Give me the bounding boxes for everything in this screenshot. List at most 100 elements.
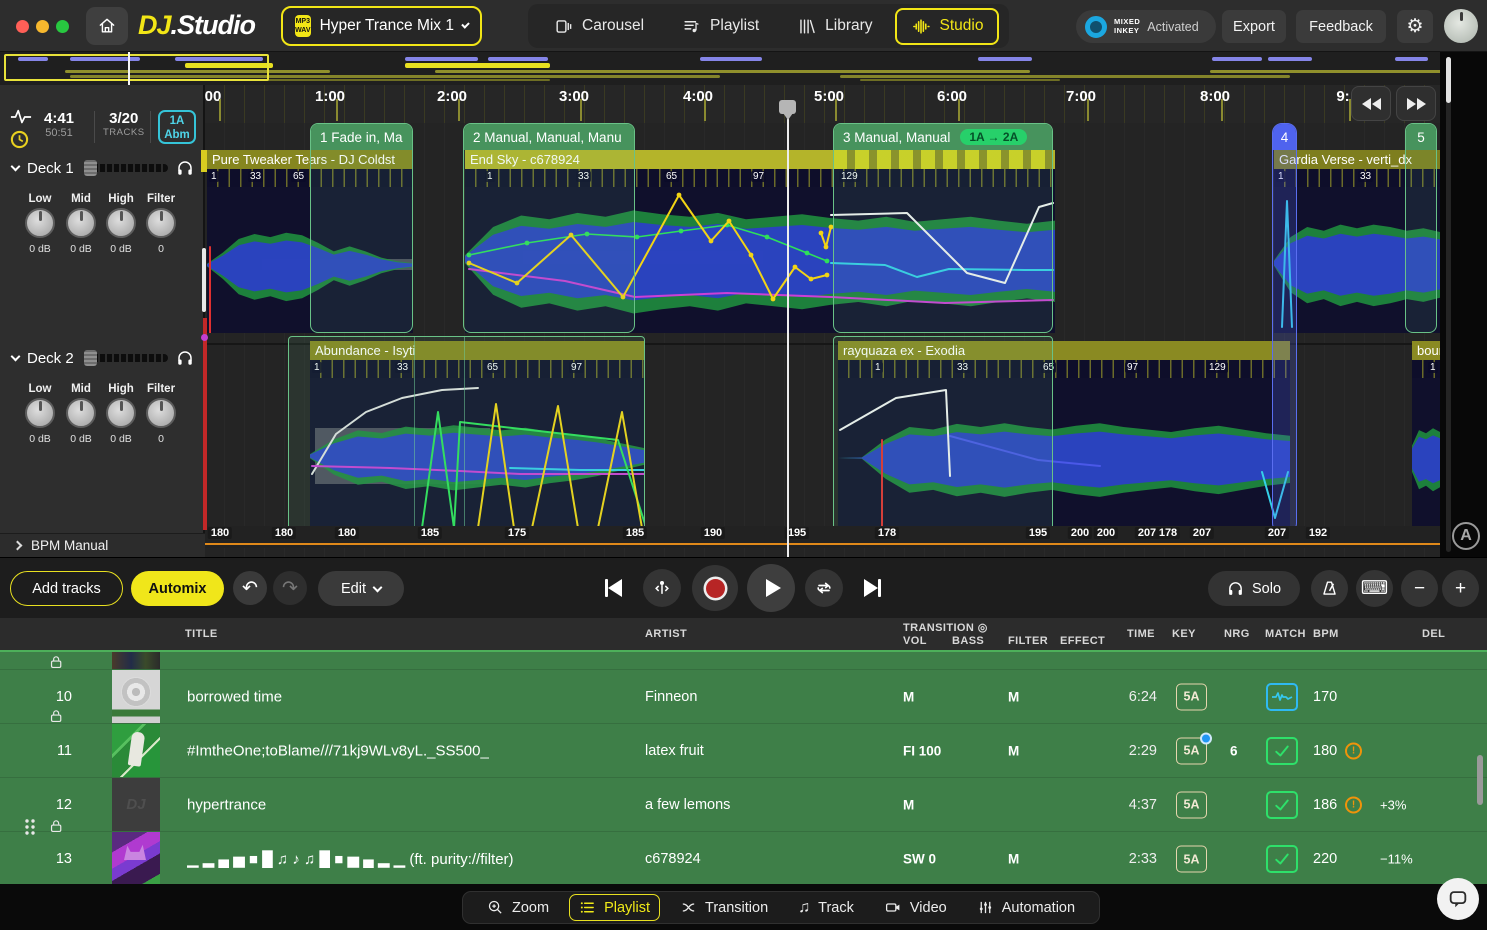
skip-to-start-button[interactable] xyxy=(598,573,628,603)
key-badge[interactable]: 5A xyxy=(1176,683,1207,710)
tab-zoom[interactable]: Zoom xyxy=(477,894,559,921)
eye-icon[interactable]: ◎ xyxy=(978,622,988,634)
lock-icon[interactable] xyxy=(48,654,65,671)
transition-1[interactable]: 1 Fade in, Ma xyxy=(310,123,413,333)
close-window-button[interactable] xyxy=(16,20,29,33)
key-badge[interactable]: 5A xyxy=(1176,846,1207,873)
chevron-down-icon[interactable] xyxy=(11,352,21,362)
undo-button[interactable]: ↶ xyxy=(233,571,267,605)
fast-forward-button[interactable] xyxy=(1396,86,1436,121)
settings-button[interactable]: ⚙ xyxy=(1397,10,1433,43)
playlist-row-10[interactable]: 10 borrowed time Finneon M M 6:24 5A 170 xyxy=(0,669,1487,723)
deck1-filter-knob[interactable] xyxy=(146,208,176,238)
deck-scrollbar[interactable] xyxy=(202,248,206,312)
play-button[interactable] xyxy=(747,564,795,612)
timeline-scrollbar-thumb[interactable] xyxy=(1446,57,1451,103)
bpm-manual-toggle[interactable]: BPM Manual xyxy=(0,533,205,557)
key-badge[interactable]: 5A xyxy=(1176,791,1207,818)
col-artist[interactable]: ARTIST xyxy=(645,628,687,640)
vol-value[interactable]: SW 0 xyxy=(903,852,936,867)
transition-4[interactable]: 4 xyxy=(1272,123,1297,533)
key-badge[interactable]: 5A xyxy=(1176,737,1207,764)
feedback-button[interactable]: Feedback xyxy=(1296,10,1386,43)
bpm-warning-icon[interactable]: ! xyxy=(1345,796,1362,813)
redo-button[interactable]: ↷ xyxy=(273,571,307,605)
a-logo[interactable]: A xyxy=(1452,522,1480,550)
tab-library[interactable]: Library xyxy=(781,8,888,45)
record-button[interactable] xyxy=(692,565,738,611)
match-indicator[interactable] xyxy=(1266,683,1298,711)
bpm-warning-icon[interactable]: ! xyxy=(1345,742,1362,759)
playhead-handle[interactable] xyxy=(779,100,796,114)
filter-value[interactable]: M xyxy=(1008,852,1019,867)
mix-selector[interactable]: MP3WAV Hyper Trance Mix 1 xyxy=(281,6,482,46)
match-indicator[interactable] xyxy=(1266,845,1298,873)
tab-carousel[interactable]: Carousel xyxy=(538,8,660,45)
drag-handle-icon[interactable] xyxy=(22,818,38,836)
tab-track[interactable]: ♫ Track xyxy=(788,895,864,921)
col-time[interactable]: TIME xyxy=(1127,628,1155,640)
zoom-in-button[interactable]: + xyxy=(1442,570,1479,607)
timeline-minimap[interactable] xyxy=(0,52,1487,85)
clip-label-deck2-c[interactable]: bour xyxy=(1412,341,1440,360)
tab-video[interactable]: Video xyxy=(874,894,957,921)
chevron-down-icon[interactable] xyxy=(11,162,21,172)
vol-value[interactable]: M xyxy=(903,797,914,812)
timeline-scrollbar-track[interactable] xyxy=(1446,57,1451,552)
automix-button[interactable]: Automix xyxy=(131,571,224,606)
master-key-badge[interactable]: 1AAbm xyxy=(158,110,196,144)
loop-button[interactable] xyxy=(805,569,843,607)
zoom-out-button[interactable]: − xyxy=(1401,570,1438,607)
tab-automation[interactable]: Automation xyxy=(967,894,1085,921)
playlist-scrollbar-thumb[interactable] xyxy=(1477,755,1483,805)
filter-value[interactable]: M xyxy=(1008,689,1019,704)
support-chat-button[interactable] xyxy=(1437,878,1479,920)
deck2-filter-knob[interactable] xyxy=(146,398,176,428)
bpm-automation-row[interactable]: 180 180 180 185 175 185 190 195 178 195 … xyxy=(205,526,1440,548)
solo-button[interactable]: Solo xyxy=(1208,571,1300,606)
edit-menu-button[interactable]: Edit xyxy=(318,571,404,606)
match-indicator[interactable] xyxy=(1266,737,1298,765)
lock-icon[interactable] xyxy=(48,818,65,835)
deck1-mid-knob[interactable] xyxy=(66,208,96,238)
col-key[interactable]: KEY xyxy=(1172,628,1196,640)
headphones-icon[interactable] xyxy=(176,349,194,367)
headphones-icon[interactable] xyxy=(176,159,194,177)
minimize-window-button[interactable] xyxy=(36,20,49,33)
vol-value[interactable]: M xyxy=(903,689,914,704)
time-ruler[interactable]: 00 1:00 2:00 3:00 4:00 5:00 6:00 7:00 8:… xyxy=(205,85,1440,123)
tab-playlist-view[interactable]: Playlist xyxy=(569,894,660,921)
lock-icon[interactable] xyxy=(48,708,65,725)
rewind-button[interactable] xyxy=(1351,86,1391,121)
keyboard-shortcuts-button[interactable]: ⌨ xyxy=(1356,570,1393,607)
avatar[interactable] xyxy=(1444,9,1478,43)
vol-value[interactable]: FI 100 xyxy=(903,743,941,758)
playlist-row-13[interactable]: 13 ▁ ▂ ▄ ▅ ■ █ ♫ ♪ ♫ █ ■ ▅ ▄ ▂ ▁ (ft. pu… xyxy=(0,831,1487,884)
minimap-viewport[interactable] xyxy=(4,54,269,81)
home-button[interactable] xyxy=(86,7,128,45)
playhead[interactable] xyxy=(787,100,789,557)
transition-5[interactable]: 5 xyxy=(1405,123,1437,333)
tab-studio[interactable]: Studio xyxy=(895,8,1000,45)
deck1-high-knob[interactable] xyxy=(106,208,136,238)
deck1-low-knob[interactable] xyxy=(25,208,55,238)
jump-to-playhead-button[interactable] xyxy=(643,569,681,607)
tab-playlist[interactable]: Playlist xyxy=(666,8,775,45)
waveform-deck2-c[interactable] xyxy=(1412,378,1440,528)
col-bpm[interactable]: BPM xyxy=(1313,628,1339,640)
mixed-in-key-status[interactable]: MIXEDINKEY Activated xyxy=(1076,10,1216,43)
col-nrg[interactable]: NRG xyxy=(1224,628,1250,640)
transition-2[interactable]: 2 Manual, Manual, Manu xyxy=(463,123,635,333)
col-match[interactable]: MATCH xyxy=(1265,628,1306,640)
transition-3[interactable]: 3 Manual, Manual1A → 2A xyxy=(833,123,1053,333)
filter-value[interactable]: M xyxy=(1008,743,1019,758)
skip-to-end-button[interactable] xyxy=(857,573,887,603)
deck2-mid-knob[interactable] xyxy=(66,398,96,428)
playlist-row-12[interactable]: 12 DJ hypertrance a few lemons M 4:37 5A… xyxy=(0,777,1487,831)
zoom-window-button[interactable] xyxy=(56,20,69,33)
deck2-high-knob[interactable] xyxy=(106,398,136,428)
metronome-button[interactable] xyxy=(1311,570,1348,607)
match-indicator[interactable] xyxy=(1266,791,1298,819)
deck2-volume-fader[interactable] xyxy=(86,354,168,362)
export-button[interactable]: Export xyxy=(1222,10,1286,43)
